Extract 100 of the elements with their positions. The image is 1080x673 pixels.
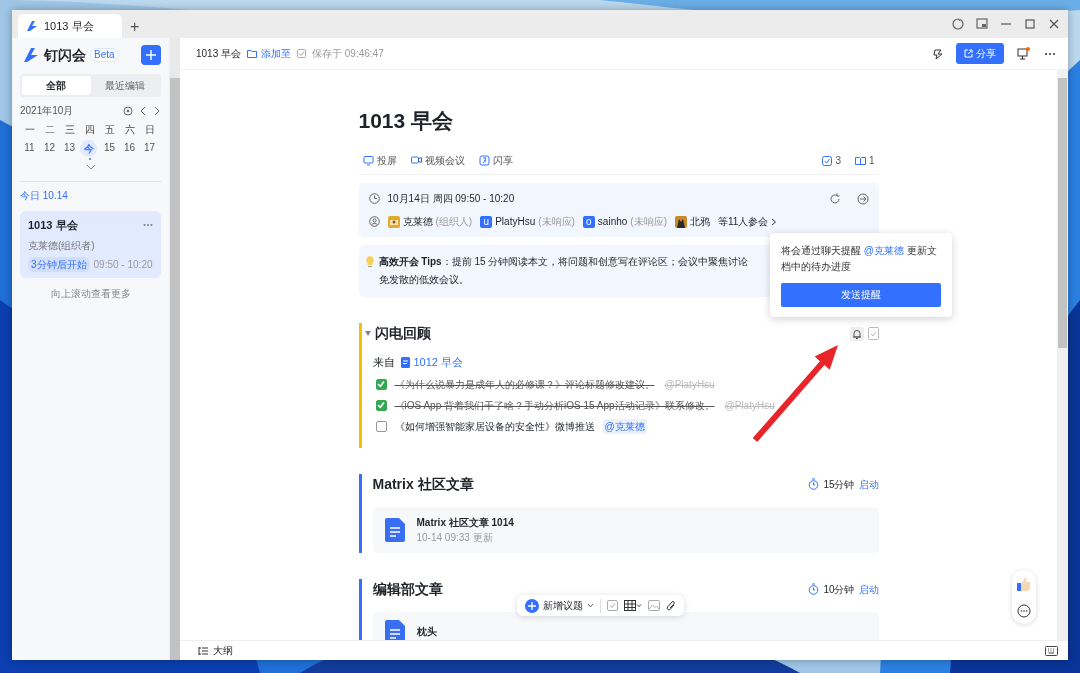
- caret-icon[interactable]: [364, 331, 371, 337]
- app-name: 钉闪会: [44, 45, 86, 65]
- scrollbar[interactable]: [1057, 70, 1068, 640]
- bell-icon[interactable]: [849, 326, 864, 341]
- outline-button[interactable]: 大纲: [198, 643, 233, 658]
- checklist-icon[interactable]: [867, 326, 879, 340]
- scrollbar[interactable]: [170, 38, 180, 660]
- lightbulb-icon: [364, 255, 375, 270]
- video-icon: [410, 155, 422, 167]
- checkbox[interactable]: [375, 378, 387, 390]
- flash-icon: [478, 155, 490, 167]
- flash-share-icon[interactable]: [932, 47, 944, 60]
- keyboard-icon[interactable]: [1045, 645, 1058, 656]
- forward-icon[interactable]: [856, 192, 869, 205]
- expand-icon[interactable]: [85, 163, 96, 170]
- start-link[interactable]: 启动: [858, 581, 879, 597]
- saved-icon: [297, 49, 307, 58]
- share-button[interactable]: 分享: [956, 43, 1004, 64]
- document-icon: [400, 356, 410, 368]
- checkbox[interactable]: [375, 399, 387, 411]
- checkbox-icon: [822, 155, 833, 166]
- today-icon[interactable]: [123, 105, 133, 116]
- window-icon[interactable]: [974, 16, 990, 32]
- attendee-name: 克莱德: [402, 215, 433, 230]
- file-name: Matrix 社区文章 1014: [416, 515, 514, 530]
- screen-icon: [362, 155, 374, 167]
- timer-icon: [808, 478, 820, 491]
- tips-label: 高效开会 Tips: [378, 256, 442, 268]
- tab[interactable]: 1013 早会: [18, 14, 122, 38]
- file-card[interactable]: Matrix 社区文章 1014 10-14 09:33 更新: [372, 506, 879, 553]
- attendee-role: (组织人): [435, 215, 473, 230]
- section-title: 闪电回顾: [374, 324, 431, 344]
- new-tab-button[interactable]: +: [130, 19, 140, 35]
- tips-text: 免发散的低效会议。: [378, 274, 469, 286]
- next-icon[interactable]: [153, 105, 161, 116]
- weekday-label: 五: [103, 123, 116, 137]
- todo-text: 《iOS App 背着我们干了啥？手动分析iOS 15 App活动记录》联系修改。: [394, 398, 715, 413]
- mention-tag[interactable]: @克莱德: [602, 418, 647, 434]
- clock-icon: [368, 193, 380, 205]
- attendee-name: 北鸦: [690, 215, 710, 230]
- section-title: Matrix 社区文章: [372, 474, 474, 494]
- calendar-day[interactable]: 12: [40, 140, 59, 156]
- caret-icon: [587, 603, 594, 608]
- calendar-day[interactable]: 17: [140, 140, 159, 156]
- check-icon: [377, 380, 385, 389]
- person-icon: [368, 216, 380, 228]
- attachment-icon[interactable]: [666, 599, 676, 612]
- action-link[interactable]: 闪享: [478, 153, 513, 169]
- file-name: 枕头: [416, 625, 437, 640]
- new-meeting-button[interactable]: [141, 45, 161, 65]
- table-icon[interactable]: [624, 600, 642, 611]
- checkbox-icon[interactable]: [607, 600, 618, 611]
- image-icon[interactable]: [648, 600, 660, 611]
- document-icon: [384, 619, 405, 640]
- todo-count[interactable]: 3: [822, 153, 841, 169]
- comment-icon[interactable]: [1017, 604, 1031, 618]
- send-reminder-button[interactable]: 发送提醒: [781, 283, 941, 307]
- tips-text: 提前 15 分钟阅读本文，将问题和创意写在评论区；会议中聚焦讨论: [451, 256, 749, 268]
- filter-tab[interactable]: 全部: [22, 76, 91, 95]
- tips-separator: ：: [441, 256, 452, 268]
- start-link[interactable]: 启动: [858, 476, 879, 492]
- meeting-card[interactable]: 1013 早会 克莱德(组织者) 3分钟后开始 09:50 - 10:20: [20, 211, 161, 278]
- calendar-day[interactable]: 今: [80, 140, 97, 157]
- add-to-link[interactable]: 添加至: [247, 46, 292, 61]
- todo-text: 《为什么说暴力是成年人的必修课？》评论标题修改建议。: [394, 377, 655, 392]
- weekday-label: 六: [123, 123, 136, 137]
- document-title: 1013 早会: [358, 108, 455, 134]
- attendee-name: PlatyHsu: [495, 215, 536, 230]
- source-link[interactable]: 1012 早会: [400, 354, 464, 371]
- more-icon[interactable]: [1044, 51, 1056, 56]
- meeting-title: 1013 早会: [28, 218, 78, 233]
- popover-text: 将会通过聊天提醒 @克莱德 更新文档中的待办进度: [781, 244, 938, 274]
- calendar-day[interactable]: 11: [20, 140, 39, 156]
- section-title: 编辑部文章: [372, 579, 443, 599]
- todo-text: 《如何增强智能家居设备的安全性》微博推送: [394, 419, 595, 434]
- more-icon[interactable]: [143, 223, 153, 228]
- presentation-icon[interactable]: [1016, 47, 1030, 60]
- calendar-day[interactable]: 13: [60, 140, 79, 156]
- file-card[interactable]: 枕头: [372, 611, 879, 640]
- refresh-icon[interactable]: [828, 192, 841, 205]
- outline-icon: [198, 645, 209, 656]
- action-link[interactable]: 视频会议: [410, 153, 465, 169]
- attendees-link[interactable]: 等11人参会: [718, 214, 778, 230]
- date-label: 今日 10.14: [20, 181, 161, 207]
- previous-icon[interactable]: [139, 105, 147, 116]
- attendee-role: (未响应): [630, 215, 667, 230]
- weekday-label: 三: [63, 123, 76, 137]
- maximize-icon[interactable]: [1022, 16, 1038, 32]
- thumbs-up-icon[interactable]: [1016, 576, 1032, 592]
- action-link[interactable]: 投屏: [362, 153, 397, 169]
- sync-icon[interactable]: [950, 16, 966, 32]
- calendar-day[interactable]: 15: [100, 140, 119, 156]
- document-count[interactable]: 1: [854, 153, 875, 169]
- duration-text: 15分钟: [823, 477, 855, 492]
- checkbox[interactable]: [375, 420, 387, 432]
- avatar: u: [480, 215, 493, 228]
- filter-tab[interactable]: 最近编辑: [90, 76, 159, 95]
- avatar: o: [582, 215, 595, 228]
- calendar-day[interactable]: 16: [120, 140, 139, 156]
- save-status: 保存于 09:46:47: [312, 47, 384, 61]
